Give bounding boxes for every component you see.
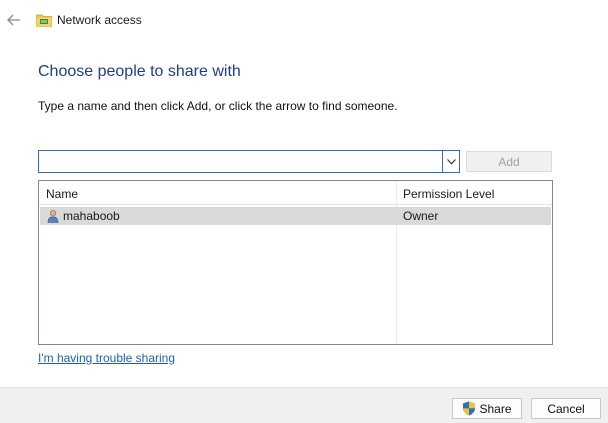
list-header: Name Permission Level: [39, 181, 552, 205]
share-button-label: Share: [479, 401, 512, 416]
page-heading: Choose people to share with: [38, 63, 241, 80]
table-row[interactable]: mahaboob Owner: [40, 207, 551, 225]
network-folder-icon: [36, 14, 52, 27]
trouble-sharing-link[interactable]: I'm having trouble sharing: [38, 351, 175, 365]
column-header-name[interactable]: Name: [46, 187, 78, 201]
dialog-footer: Share Cancel: [0, 387, 608, 423]
back-button[interactable]: [4, 10, 24, 30]
title-bar: Network access: [0, 0, 608, 40]
user-icon: [47, 210, 59, 223]
chevron-down-icon: [446, 158, 456, 165]
uac-shield-icon: [463, 401, 476, 416]
people-combobox[interactable]: [38, 150, 460, 173]
window-title: Network access: [57, 13, 142, 27]
column-divider: [396, 181, 397, 344]
row-permission-level[interactable]: Owner: [403, 209, 438, 223]
cancel-button[interactable]: Cancel: [531, 398, 601, 419]
instruction-text: Type a name and then click Add, or click…: [38, 99, 398, 113]
find-people-dropdown-button[interactable]: [442, 151, 459, 172]
back-arrow-icon: [7, 14, 20, 26]
people-name-input[interactable]: [41, 153, 437, 170]
column-header-permission[interactable]: Permission Level: [403, 187, 494, 201]
add-button[interactable]: Add: [466, 151, 552, 172]
share-button[interactable]: Share: [452, 398, 522, 419]
people-list[interactable]: Name Permission Level mahaboob Owner: [38, 180, 553, 345]
row-user-name: mahaboob: [63, 209, 120, 223]
